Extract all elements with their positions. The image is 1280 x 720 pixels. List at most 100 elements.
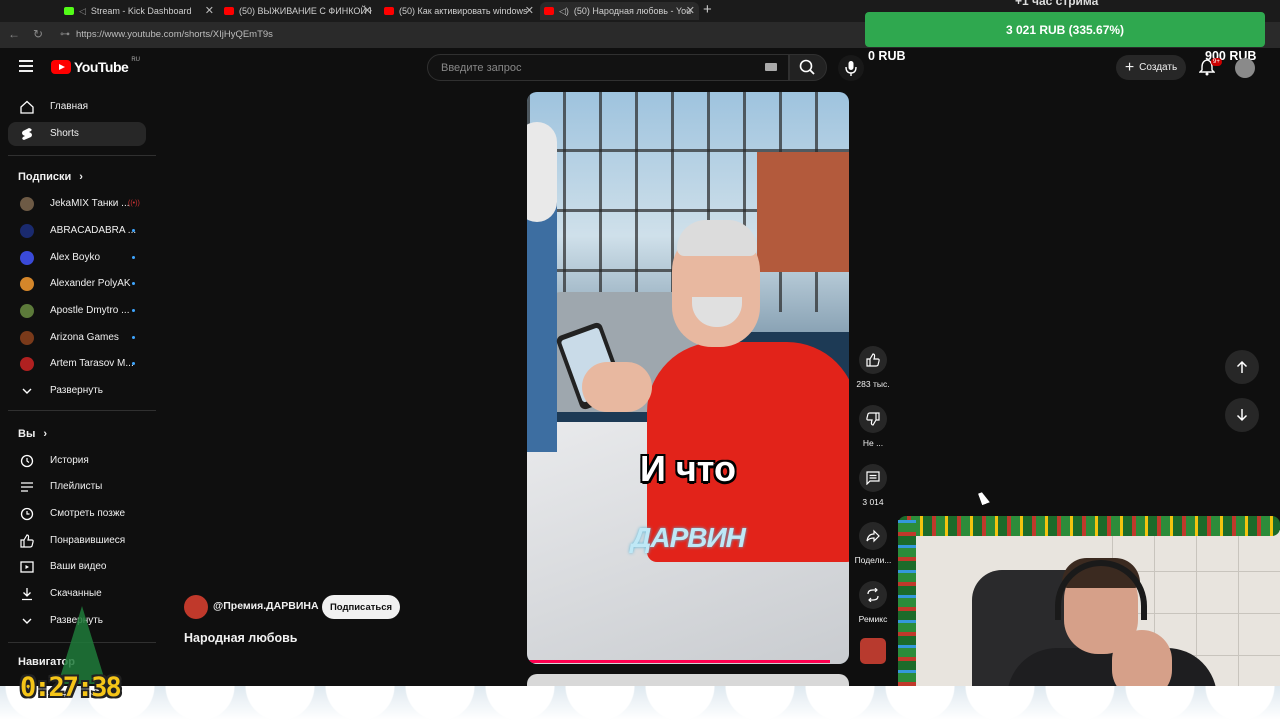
channel-avatar bbox=[20, 304, 34, 318]
like-button[interactable] bbox=[859, 346, 887, 374]
close-tab-icon[interactable]: ✕ bbox=[205, 4, 214, 17]
channel-avatar bbox=[20, 331, 34, 345]
create-button[interactable]: + Создать bbox=[1116, 55, 1186, 80]
sidebar-item-label: Смотреть позже bbox=[50, 508, 126, 519]
video-progress-bar[interactable] bbox=[527, 660, 830, 663]
site-info-icon[interactable]: ⊶ bbox=[60, 29, 70, 40]
hamburger-menu-icon[interactable] bbox=[19, 60, 33, 75]
channel-avatar bbox=[20, 251, 34, 265]
thumbs-up-icon bbox=[866, 353, 880, 367]
youtube-logo[interactable]: YouTube RU bbox=[51, 57, 140, 75]
you-heading[interactable]: Вы › bbox=[18, 428, 47, 440]
sound-avatar[interactable] bbox=[860, 638, 886, 664]
live-icon: ((•)) bbox=[128, 200, 140, 207]
url-text[interactable]: https://www.youtube.com/shorts/XIjHyQEmT… bbox=[76, 29, 273, 40]
new-tab-button[interactable]: + bbox=[703, 1, 712, 18]
comment-count: 3 014 bbox=[862, 497, 884, 507]
back-icon[interactable]: ← bbox=[8, 27, 20, 41]
sidebar-item-watch-later[interactable]: Смотреть позже bbox=[8, 502, 146, 526]
browser-tab-active[interactable]: ◁) (50) Народная любовь - You ✕ bbox=[540, 2, 699, 20]
goal-min-label: 0 RUB bbox=[868, 49, 906, 63]
tab-title: (50) Как активировать windows bbox=[399, 6, 528, 16]
home-icon bbox=[20, 100, 34, 114]
sidebar-channel-item[interactable]: Artem Tarasov M... bbox=[8, 352, 146, 376]
close-tab-icon[interactable]: ✕ bbox=[686, 4, 695, 17]
voice-search-button[interactable] bbox=[838, 55, 864, 81]
new-content-dot bbox=[132, 282, 135, 285]
browser-tab[interactable]: (50) ВЫЖИВАНИЕ С ФИНКОЙ Н ✕ bbox=[224, 2, 372, 20]
sidebar-channel-item[interactable]: Alexander PolyAK bbox=[8, 272, 146, 296]
history-icon bbox=[20, 454, 34, 468]
previous-short-button[interactable] bbox=[1225, 350, 1259, 384]
channel-name: Apostle Dmytro ... bbox=[50, 305, 130, 316]
you-heading-label: Вы bbox=[18, 428, 36, 440]
sidebar-item-label: Плейлисты bbox=[50, 481, 103, 492]
dislike-button[interactable] bbox=[859, 405, 887, 433]
sidebar-item-liked[interactable]: Понравившиеся bbox=[8, 529, 146, 553]
sidebar-item-shorts[interactable]: Shorts bbox=[8, 122, 146, 146]
chevron-right-icon: › bbox=[79, 171, 83, 183]
dislike-label: Не ... bbox=[862, 438, 884, 448]
remix-button[interactable] bbox=[859, 581, 887, 609]
keyboard-icon[interactable] bbox=[765, 63, 777, 71]
remix-icon bbox=[867, 588, 879, 602]
reload-icon[interactable]: ↻ bbox=[33, 27, 43, 41]
search-input[interactable] bbox=[439, 61, 743, 75]
channel-name: Arizona Games bbox=[50, 332, 119, 343]
channel-avatar bbox=[20, 197, 34, 211]
sidebar-item-playlists[interactable]: Плейлисты bbox=[8, 475, 146, 499]
donation-goal-bar: 3 021 RUB (335.67%) bbox=[865, 12, 1265, 47]
share-button[interactable] bbox=[859, 522, 887, 550]
sidebar-item-label: Понравившиеся bbox=[50, 535, 126, 546]
sidebar-channel-item[interactable]: Alex Boyko bbox=[8, 246, 146, 270]
like-action[interactable]: 283 тыс. bbox=[853, 346, 893, 389]
subscriptions-heading-label: Подписки bbox=[18, 171, 72, 183]
comments-action[interactable]: 3 014 bbox=[853, 464, 893, 507]
new-content-dot bbox=[132, 229, 135, 232]
share-label: Подели... bbox=[854, 555, 892, 565]
search-button[interactable] bbox=[789, 54, 827, 81]
sidebar-item-downloads[interactable]: Скачанные bbox=[8, 582, 146, 606]
new-content-dot bbox=[132, 336, 135, 339]
short-title[interactable]: Народная любовь bbox=[184, 631, 297, 645]
sidebar-item-history[interactable]: История bbox=[8, 449, 146, 473]
dislike-action[interactable]: Не ... bbox=[853, 405, 893, 448]
sidebar-item-label: Скачанные bbox=[50, 588, 102, 599]
channel-name[interactable]: @Премия.ДАРВИНА bbox=[213, 600, 319, 612]
close-tab-icon[interactable]: ✕ bbox=[363, 4, 372, 17]
channel-avatar[interactable] bbox=[184, 595, 208, 619]
video-scene-building bbox=[757, 152, 849, 272]
create-label: Создать bbox=[1139, 62, 1178, 73]
your-videos-icon bbox=[20, 561, 34, 573]
channel-avatar bbox=[20, 357, 34, 371]
new-content-dot bbox=[132, 256, 135, 259]
subscribe-button[interactable]: Подписаться bbox=[322, 595, 400, 619]
sidebar-channel-item[interactable]: Arizona Games bbox=[8, 326, 146, 350]
next-short-button[interactable] bbox=[1225, 398, 1259, 432]
sidebar-expand-subscriptions[interactable]: Развернуть bbox=[8, 379, 146, 403]
account-avatar[interactable] bbox=[1235, 58, 1255, 78]
share-action[interactable]: Подели... bbox=[853, 522, 893, 565]
mouse-cursor-icon bbox=[978, 490, 990, 506]
remix-label: Ремикс bbox=[858, 614, 888, 624]
sidebar-item-home[interactable]: Главная bbox=[8, 95, 146, 119]
channel-name: Alexander PolyAK bbox=[50, 278, 131, 289]
notification-badge: 9+ bbox=[1211, 58, 1222, 66]
subscriptions-heading[interactable]: Подписки › bbox=[18, 171, 83, 183]
comments-button[interactable] bbox=[859, 464, 887, 492]
browser-tab[interactable]: (50) Как активировать windows ✕ bbox=[384, 2, 534, 20]
chevron-down-icon bbox=[22, 388, 32, 394]
sidebar-item-your-videos[interactable]: Ваши видео bbox=[8, 555, 146, 579]
search-box bbox=[427, 54, 789, 81]
new-content-dot bbox=[132, 309, 135, 312]
video-scene-man-hair bbox=[677, 220, 757, 256]
remix-action[interactable]: Ремикс bbox=[853, 581, 893, 624]
sidebar-channel-item[interactable]: JekaMIX Танки ... ((•)) bbox=[8, 192, 146, 216]
sidebar-channel-item[interactable]: ABRACADABRA ... bbox=[8, 219, 146, 243]
search-icon bbox=[799, 59, 815, 75]
short-video-player[interactable]: И что ДАРВИН bbox=[527, 92, 849, 664]
browser-tab[interactable]: ◁ Stream - Kick Dashboard ✕ bbox=[64, 2, 214, 20]
liked-icon bbox=[20, 534, 34, 548]
sidebar-channel-item[interactable]: Apostle Dmytro ... bbox=[8, 299, 146, 323]
close-tab-icon[interactable]: ✕ bbox=[525, 4, 534, 17]
